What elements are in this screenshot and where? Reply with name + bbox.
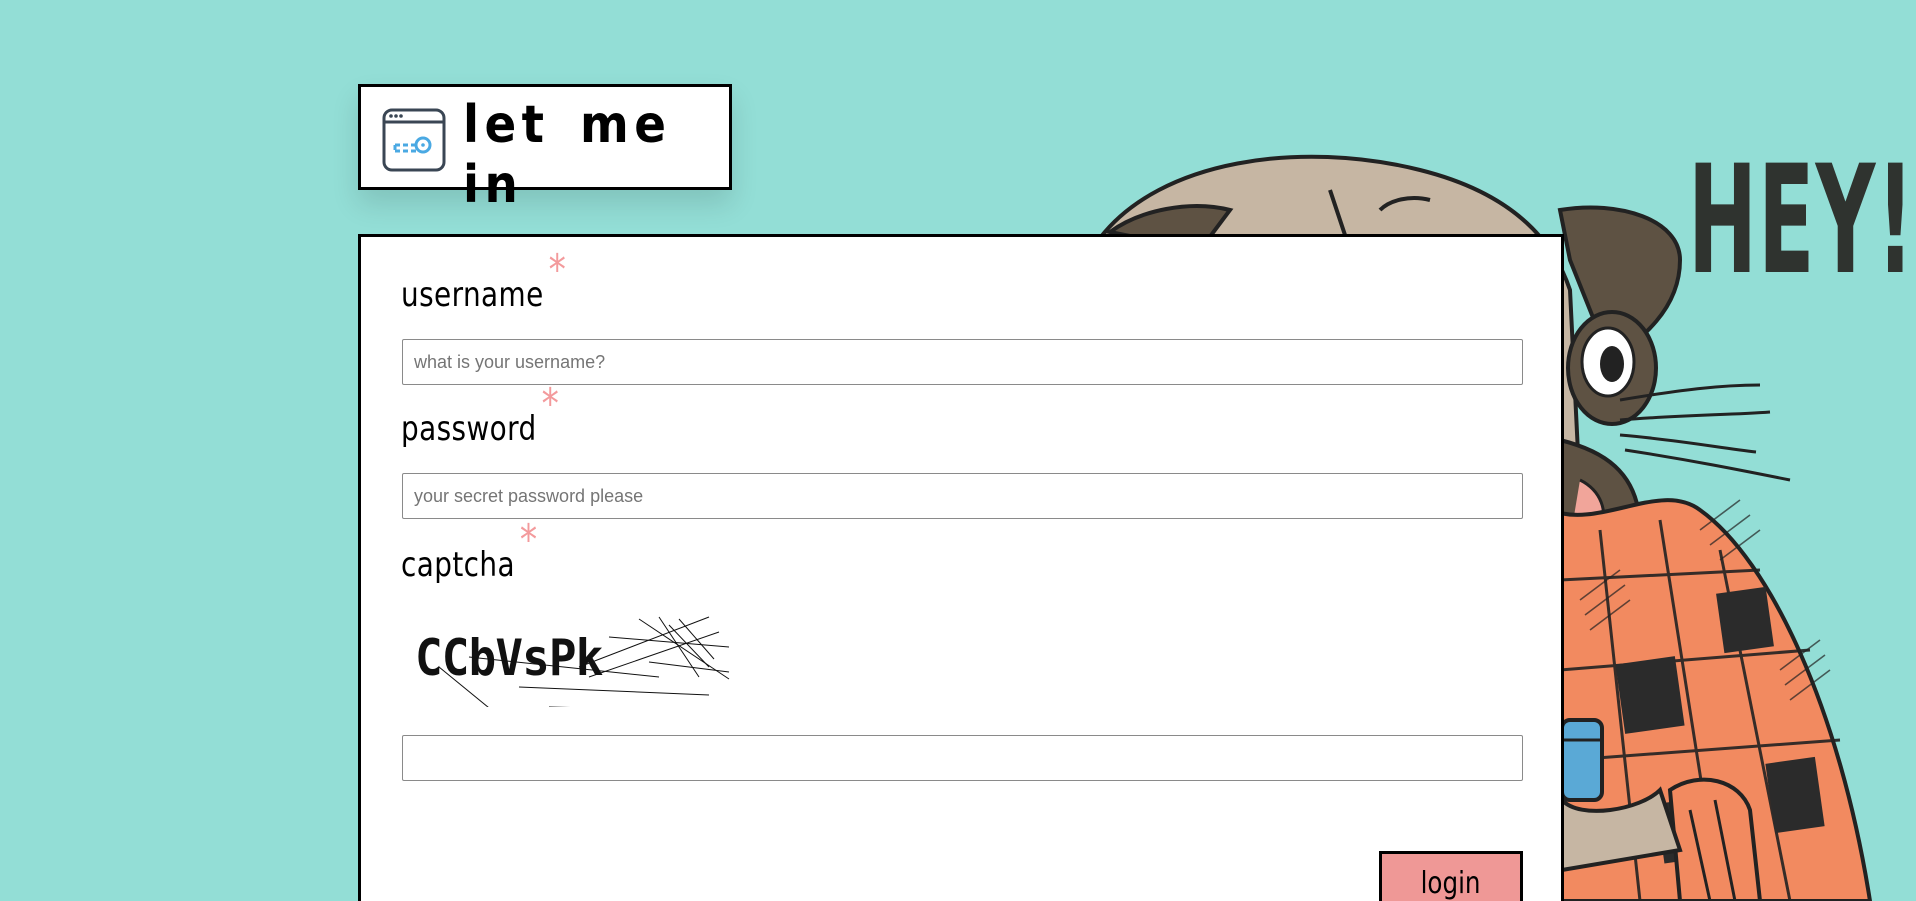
required-asterisk: * — [541, 379, 560, 428]
captcha-label-text: captcha — [401, 545, 516, 585]
page: HEY! let me in username* password* captc… — [0, 0, 1916, 901]
required-asterisk: * — [519, 515, 538, 564]
login-form: username* password* captcha* CCbVsPk log — [358, 234, 1564, 901]
captcha-image: CCbVsPk — [409, 607, 739, 707]
captcha-noise-lines — [438, 616, 730, 707]
browser-key-icon — [382, 108, 446, 172]
captcha-label: captcha* — [401, 515, 538, 586]
username-label: username* — [401, 245, 566, 316]
site-title: let me in — [463, 95, 672, 215]
required-asterisk: * — [548, 245, 567, 294]
password-label: password* — [401, 379, 559, 450]
site-title-badge: let me in — [358, 84, 732, 215]
login-button-label: login — [1421, 865, 1481, 901]
captcha-input[interactable] — [402, 735, 1523, 781]
username-label-text: username — [401, 275, 544, 315]
hey-shout: HEY! — [1688, 134, 1916, 308]
login-button[interactable]: login — [1379, 851, 1523, 901]
username-input[interactable] — [402, 339, 1523, 385]
password-input[interactable] — [402, 473, 1523, 519]
password-label-text: password — [401, 409, 537, 449]
